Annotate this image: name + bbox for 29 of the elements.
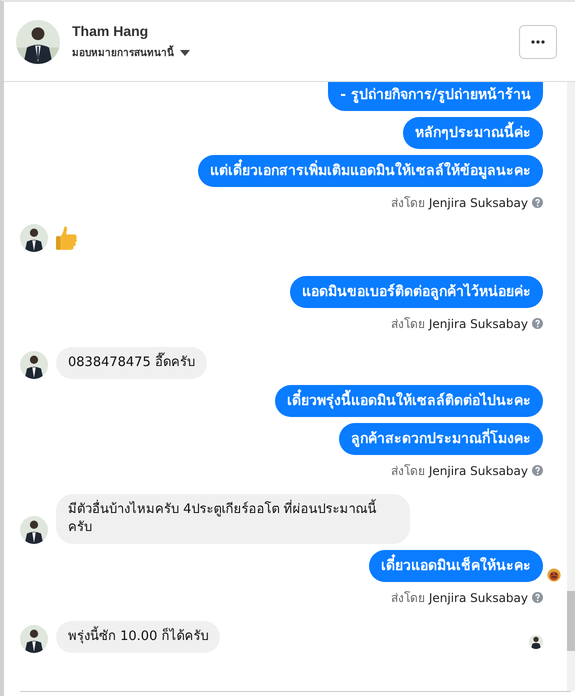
message-bubble: แต่เดี๋ยวเอกสารเพิ่มเติมแอดมินให้เซลล์ให้ข้อมูลนะคะ bbox=[198, 155, 543, 187]
sent-by-label: ส่งโดย bbox=[390, 195, 425, 212]
more-icon bbox=[531, 40, 545, 44]
contact-name: Tham Hang bbox=[72, 23, 148, 39]
caret-icon bbox=[180, 50, 190, 56]
message-bubble: เดี๋ยวพรุ่งนี้แอดมินให้เซลล์ติดต่อไปนะคะ bbox=[275, 385, 543, 417]
message-bubble: - รูปถ่ายกิจการ/รูปถ่ายหน้าร้าน bbox=[328, 82, 543, 111]
sender-name: Jenjira Suksabay bbox=[428, 316, 528, 330]
assign-conversation-dropdown[interactable]: มอบหมายการสนทนานี้ bbox=[72, 45, 190, 60]
message-bubble: หลักๆประมาณนี้ค่ะ bbox=[403, 117, 543, 149]
scrollbar[interactable] bbox=[567, 82, 575, 691]
sent-by-label: ส่งโดย bbox=[390, 590, 425, 607]
more-options-button[interactable] bbox=[519, 24, 557, 58]
sent-by-label: ส่งโดย bbox=[390, 463, 425, 480]
message-bubble: พรุ่งนี้ซัก 10.00 ก็ได้ครับ bbox=[56, 621, 220, 653]
message-bubble: มีตัวอื่นบ้างไหมครับ 4ประตูเกียร์ออโต ที่ผ่อนประมาณนี้ครับ bbox=[56, 494, 410, 544]
help-icon[interactable] bbox=[532, 592, 543, 603]
sender-name: Jenjira Suksabay bbox=[428, 590, 528, 604]
message-bubble: เดี๋ยวแอดมินเช็คให้นะคะ bbox=[369, 550, 543, 582]
message-bubble: ลูกค้าสะดวกประมาณกี่โมงคะ bbox=[339, 423, 543, 455]
message-bubble: แอดมินขอเบอร์ติดต่อลูกค้าไว้หน่อยค่ะ bbox=[290, 276, 543, 308]
sent-by-label: ส่งโดย bbox=[390, 316, 425, 333]
thumbs-up-icon bbox=[56, 225, 78, 251]
sender-name: Jenjira Suksabay bbox=[428, 196, 528, 210]
help-icon[interactable] bbox=[532, 318, 543, 329]
message-bubble: 0838478475 อี๊ดครับ bbox=[56, 347, 207, 379]
help-icon[interactable] bbox=[532, 465, 543, 476]
help-icon[interactable] bbox=[532, 197, 543, 208]
sender-name: Jenjira Suksabay bbox=[428, 464, 528, 478]
